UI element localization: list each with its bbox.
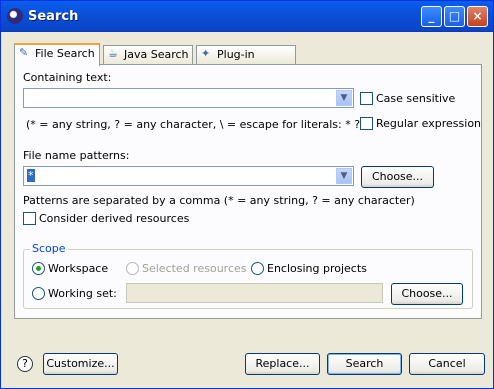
tab-label: Java Search	[124, 48, 189, 61]
customize-button[interactable]: Customize...	[43, 353, 118, 375]
close-button[interactable]: ×	[467, 6, 488, 27]
enclosing-projects-radio[interactable]	[251, 262, 264, 275]
containing-text-combo[interactable]: ▼	[23, 88, 354, 108]
patterns-hint: Patterns are separated by a comma (* = a…	[23, 194, 415, 207]
tab-plugin-search[interactable]: ✦ Plug-in Search	[196, 45, 296, 78]
derived-resources-checkbox[interactable]	[23, 212, 36, 225]
tab-java-search[interactable]: ☕ Java Search	[103, 45, 193, 64]
minimize-button[interactable]: _	[421, 6, 442, 27]
file-name-patterns-value: *	[27, 169, 35, 182]
containing-text-label: Containing text:	[23, 71, 112, 84]
regex-label: Regular expression	[376, 117, 482, 130]
case-sensitive-checkbox[interactable]	[360, 92, 373, 105]
maximize-button[interactable]: □	[444, 6, 465, 27]
search-dialog: Search _ □ × ✎ File Search ☕ Java Search…	[0, 0, 494, 389]
cancel-button[interactable]: Cancel	[409, 353, 485, 375]
file-name-patterns-combo[interactable]: * ▼	[23, 166, 354, 186]
title-bar[interactable]: Search _ □ ×	[1, 1, 493, 32]
eclipse-icon	[7, 8, 23, 24]
regex-checkbox[interactable]	[360, 117, 373, 130]
containing-text-hint: (* = any string, ? = any character, \ = …	[26, 118, 372, 131]
selected-resources-label: Selected resources	[142, 262, 247, 275]
working-set-field[interactable]	[126, 283, 383, 303]
search-button[interactable]: Search	[327, 353, 402, 375]
plugin-search-icon: ✦	[201, 47, 211, 60]
chevron-down-icon[interactable]: ▼	[336, 90, 352, 106]
java-search-icon: ☕	[108, 47, 118, 60]
window-title: Search	[28, 9, 79, 24]
file-name-patterns-label: File name patterns:	[23, 149, 130, 162]
derived-resources-label: Consider derived resources	[39, 212, 190, 225]
file-search-icon: ✎	[19, 46, 29, 59]
chevron-down-icon[interactable]: ▼	[336, 168, 352, 184]
enclosing-projects-label: Enclosing projects	[267, 262, 367, 275]
tab-label: File Search	[35, 47, 95, 60]
case-sensitive-label: Case sensitive	[376, 92, 456, 105]
working-set-label: Working set:	[48, 287, 117, 300]
workspace-label: Workspace	[48, 262, 109, 275]
choose-working-set-button[interactable]: Choose...	[391, 283, 463, 305]
choose-patterns-button[interactable]: Choose...	[361, 166, 434, 188]
replace-button[interactable]: Replace...	[245, 353, 320, 375]
help-icon[interactable]: ?	[17, 356, 33, 372]
selected-resources-radio[interactable]	[126, 262, 139, 275]
workspace-radio[interactable]	[32, 262, 45, 275]
tab-file-search[interactable]: ✎ File Search	[14, 43, 100, 66]
working-set-radio[interactable]	[32, 287, 45, 300]
scope-title: Scope	[30, 242, 68, 255]
